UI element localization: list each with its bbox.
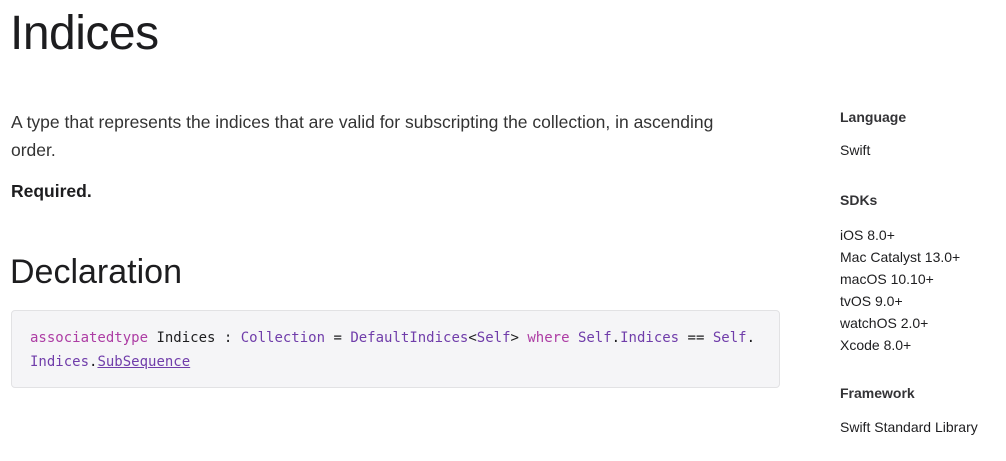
code-keyword-associatedtype: associatedtype bbox=[30, 330, 149, 346]
code-dot: . bbox=[611, 330, 621, 346]
code-type-indices: Indices bbox=[30, 354, 90, 370]
code-type-self: Self bbox=[577, 330, 612, 346]
declaration-heading: Declaration bbox=[10, 253, 182, 291]
sdk-item-tvos: tvOS 9.0+ bbox=[840, 293, 903, 309]
sdk-item-macos: macOS 10.10+ bbox=[840, 271, 934, 287]
sdk-item-xcode: Xcode 8.0+ bbox=[840, 337, 912, 353]
code-angle-close: > bbox=[510, 330, 528, 346]
framework-heading: Framework bbox=[840, 385, 915, 401]
code-type-self: Self bbox=[476, 330, 511, 346]
code-type-self: Self bbox=[712, 330, 747, 346]
code-type-defaultindices: DefaultIndices bbox=[350, 330, 469, 346]
sdks-heading: SDKs bbox=[840, 192, 878, 208]
code-angle-open: < bbox=[468, 330, 477, 346]
sdk-item-mac-catalyst: Mac Catalyst 13.0+ bbox=[840, 249, 961, 265]
declaration-code-block: associatedtype Indices : Collection = De… bbox=[11, 310, 780, 388]
subsequence-link[interactable]: SubSequence bbox=[97, 354, 190, 370]
documentation-page: Indices A type that represents the indic… bbox=[0, 0, 1006, 461]
abstract-text: A type that represents the indices that … bbox=[11, 112, 714, 160]
framework-value: Swift Standard Library bbox=[840, 419, 978, 435]
language-value: Swift bbox=[840, 142, 871, 158]
code-identifier-indices: Indices : bbox=[148, 330, 241, 346]
required-label: Required. bbox=[11, 181, 92, 201]
code-type-indices: Indices bbox=[620, 330, 680, 346]
code-keyword-where: where bbox=[527, 330, 570, 346]
language-heading: Language bbox=[840, 109, 907, 125]
sdks-list: iOS 8.0+ Mac Catalyst 13.0+ macOS 10.10+… bbox=[840, 224, 960, 356]
code-equals: = bbox=[325, 330, 351, 346]
code-type-collection: Collection bbox=[240, 330, 326, 346]
sdk-item-watchos: watchOS 2.0+ bbox=[840, 315, 929, 331]
sdk-item-ios: iOS 8.0+ bbox=[840, 227, 895, 243]
code-equality-operator: == bbox=[679, 330, 713, 346]
code-dot: . bbox=[746, 330, 755, 346]
page-title: Indices bbox=[10, 7, 159, 60]
